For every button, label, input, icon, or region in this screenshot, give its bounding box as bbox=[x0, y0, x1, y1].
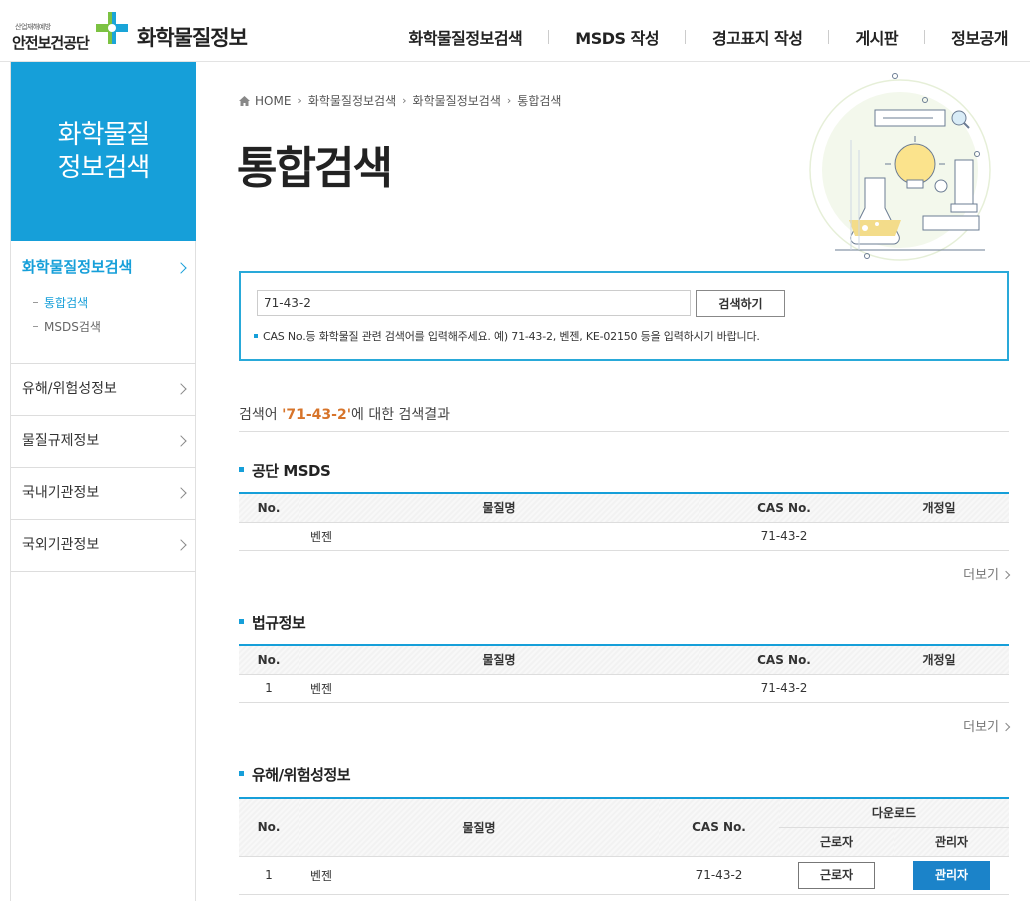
kosha-logo[interactable]: 산업재해예방 안전보건공단 bbox=[12, 8, 132, 52]
breadcrumb-item[interactable]: 화학물질정보검색 bbox=[308, 92, 396, 109]
sidebar-item-foreign[interactable]: 국외기관정보 bbox=[11, 520, 196, 571]
main-content: HOME › 화학물질정보검색 › 화학물질정보검색 › 통합검색 통합검색 7… bbox=[237, 62, 1009, 901]
cell-no: 1 bbox=[239, 856, 299, 895]
sidebar-section-hazard: 유해/위험성정보 bbox=[11, 364, 196, 416]
sidebar: 화학물질 정보검색 화학물질정보검색 통합검색 MSDS검색 유해/위험성정보 … bbox=[10, 62, 196, 901]
sidebar-item-chemical-search[interactable]: 화학물질정보검색 bbox=[11, 241, 196, 293]
chevron-right-icon: › bbox=[297, 94, 302, 107]
more-link-msds[interactable]: 더보기 bbox=[963, 564, 1009, 583]
col-worker: 근로자 bbox=[779, 827, 894, 857]
table-row: 1 벤젠 71-43-2 근로자 관리자 bbox=[239, 856, 1009, 895]
result-prefix: 검색어 bbox=[239, 407, 283, 423]
nav-warning-label[interactable]: 경고표지 작성 bbox=[712, 25, 803, 49]
search-hint: CAS No.등 화학물질 관련 검색어를 입력해주세요. 예) 71-43-2… bbox=[254, 330, 760, 343]
cell-date bbox=[869, 522, 1009, 551]
cell-date bbox=[869, 674, 1009, 703]
table-header-row: No. 물질명 CAS No. 다운로드 bbox=[239, 798, 1009, 857]
col-no: No. bbox=[239, 493, 299, 523]
search-input[interactable] bbox=[257, 290, 691, 316]
sidebar-section-domestic: 국내기관정보 bbox=[11, 468, 196, 520]
sidebar-subitem-integrated-search[interactable]: 통합검색 bbox=[33, 291, 196, 315]
global-nav: 화학물질정보검색 MSDS 작성 경고표지 작성 게시판 정보공개 bbox=[409, 25, 1009, 49]
sidebar-menu: 화학물질정보검색 통합검색 MSDS검색 유해/위험성정보 물질규제정보 국내기… bbox=[11, 241, 196, 572]
sidebar-item-hazard[interactable]: 유해/위험성정보 bbox=[11, 364, 196, 415]
breadcrumb-home[interactable]: HOME bbox=[255, 94, 291, 108]
cell-cas: 71-43-2 bbox=[699, 674, 869, 703]
nav-divider bbox=[828, 30, 830, 44]
cross-logo-icon bbox=[96, 12, 128, 44]
cell-name[interactable]: 벤젠 bbox=[299, 856, 659, 895]
table-header-row: No. 물질명 CAS No. 개정일 bbox=[239, 493, 1009, 523]
search-button[interactable]: 검색하기 bbox=[696, 290, 785, 317]
col-cas: CAS No. bbox=[699, 493, 869, 523]
cell-no bbox=[239, 522, 299, 551]
col-admin: 관리자 bbox=[894, 827, 1009, 857]
more-link-law[interactable]: 더보기 bbox=[963, 716, 1009, 735]
logo-name: 안전보건공단 bbox=[12, 34, 90, 52]
breadcrumb-current: 통합검색 bbox=[517, 94, 562, 108]
worker-download-button[interactable]: 근로자 bbox=[798, 861, 875, 889]
sidebar-section-chemical-search: 화학물질정보검색 통합검색 MSDS검색 bbox=[11, 241, 196, 364]
msds-table: No. 물질명 CAS No. 개정일 벤젠 71-43-2 bbox=[239, 492, 1009, 551]
cell-worker: 근로자 bbox=[779, 856, 894, 895]
sidebar-item-regulation[interactable]: 물질규제정보 bbox=[11, 416, 196, 467]
nav-divider bbox=[548, 30, 550, 44]
page-title: 통합검색 bbox=[237, 143, 393, 194]
col-cas: CAS No. bbox=[659, 798, 779, 857]
col-no: No. bbox=[239, 798, 299, 857]
chevron-right-icon: › bbox=[402, 94, 407, 107]
home-icon bbox=[239, 95, 250, 106]
search-panel: 검색하기 CAS No.등 화학물질 관련 검색어를 입력해주세요. 예) 71… bbox=[239, 271, 1009, 361]
table-row[interactable]: 벤젠 71-43-2 bbox=[239, 522, 1009, 551]
nav-divider bbox=[685, 30, 687, 44]
breadcrumb-item[interactable]: 화학물질정보검색 bbox=[413, 92, 501, 109]
col-name: 물질명 bbox=[299, 798, 659, 857]
col-date: 개정일 bbox=[869, 645, 1009, 675]
col-cas: CAS No. bbox=[699, 645, 869, 675]
cell-no: 1 bbox=[239, 674, 299, 703]
cell-name[interactable]: 벤젠 bbox=[299, 674, 699, 703]
law-table: No. 물질명 CAS No. 개정일 1 벤젠 71-43-2 bbox=[239, 644, 1009, 703]
sidebar-item-domestic[interactable]: 국내기관정보 bbox=[11, 468, 196, 519]
sidebar-submenu: 통합검색 MSDS검색 bbox=[11, 291, 196, 363]
section-title-law: 법규정보 bbox=[238, 614, 306, 632]
sidebar-heading: 화학물질 정보검색 bbox=[11, 62, 196, 241]
search-term: '71-43-2' bbox=[282, 407, 351, 423]
cell-cas: 71-43-2 bbox=[699, 522, 869, 551]
nav-disclosure[interactable]: 정보공개 bbox=[951, 25, 1008, 49]
cell-name[interactable]: 벤젠 bbox=[299, 522, 699, 551]
sidebar-section-regulation: 물질규제정보 bbox=[11, 416, 196, 468]
nav-chemical-search[interactable]: 화학물질정보검색 bbox=[409, 25, 523, 49]
lab-illustration bbox=[809, 73, 991, 261]
table-row[interactable]: 1 벤젠 71-43-2 bbox=[239, 674, 1009, 703]
chevron-right-icon: › bbox=[506, 94, 512, 107]
section-title-hazard: 유해/위험성정보 bbox=[238, 766, 351, 784]
section-title-msds: 공단 MSDS bbox=[238, 462, 331, 480]
hazard-table: No. 물질명 CAS No. 다운로드 근로자 관리자 1 벤젠 71-43-… bbox=[239, 797, 1009, 895]
nav-msds-write[interactable]: MSDS 작성 bbox=[575, 25, 659, 49]
col-date: 개정일 bbox=[869, 493, 1009, 523]
nav-divider bbox=[924, 30, 926, 44]
cell-admin: 관리자 bbox=[894, 856, 1009, 895]
nav-board[interactable]: 게시판 bbox=[855, 25, 898, 49]
col-name: 물질명 bbox=[299, 645, 699, 675]
sidebar-section-foreign: 국외기관정보 bbox=[11, 520, 196, 572]
sidebar-subitem-msds-search[interactable]: MSDS검색 bbox=[33, 315, 196, 339]
col-download: 다운로드 bbox=[779, 798, 1009, 828]
breadcrumb: HOME › 화학물질정보검색 › 화학물질정보검색 › 통합검색 bbox=[239, 92, 561, 109]
admin-download-button[interactable]: 관리자 bbox=[913, 860, 990, 890]
site-header: 산업재해예방 안전보건공단 화학물질정보 화학물질정보검색 MSDS 작성 경고… bbox=[0, 0, 1030, 62]
site-title[interactable]: 화학물질정보 bbox=[137, 22, 248, 52]
cell-cas: 71-43-2 bbox=[659, 856, 779, 895]
result-suffix: 에 대한 검색결과 bbox=[351, 407, 451, 423]
col-name: 물질명 bbox=[299, 493, 699, 523]
result-summary: 검색어 '71-43-2'에 대한 검색결과 bbox=[239, 404, 1009, 432]
table-header-row: No. 물질명 CAS No. 개정일 bbox=[239, 645, 1009, 675]
logo-subtitle: 산업재해예방 bbox=[15, 23, 51, 31]
col-no: No. bbox=[239, 645, 299, 675]
